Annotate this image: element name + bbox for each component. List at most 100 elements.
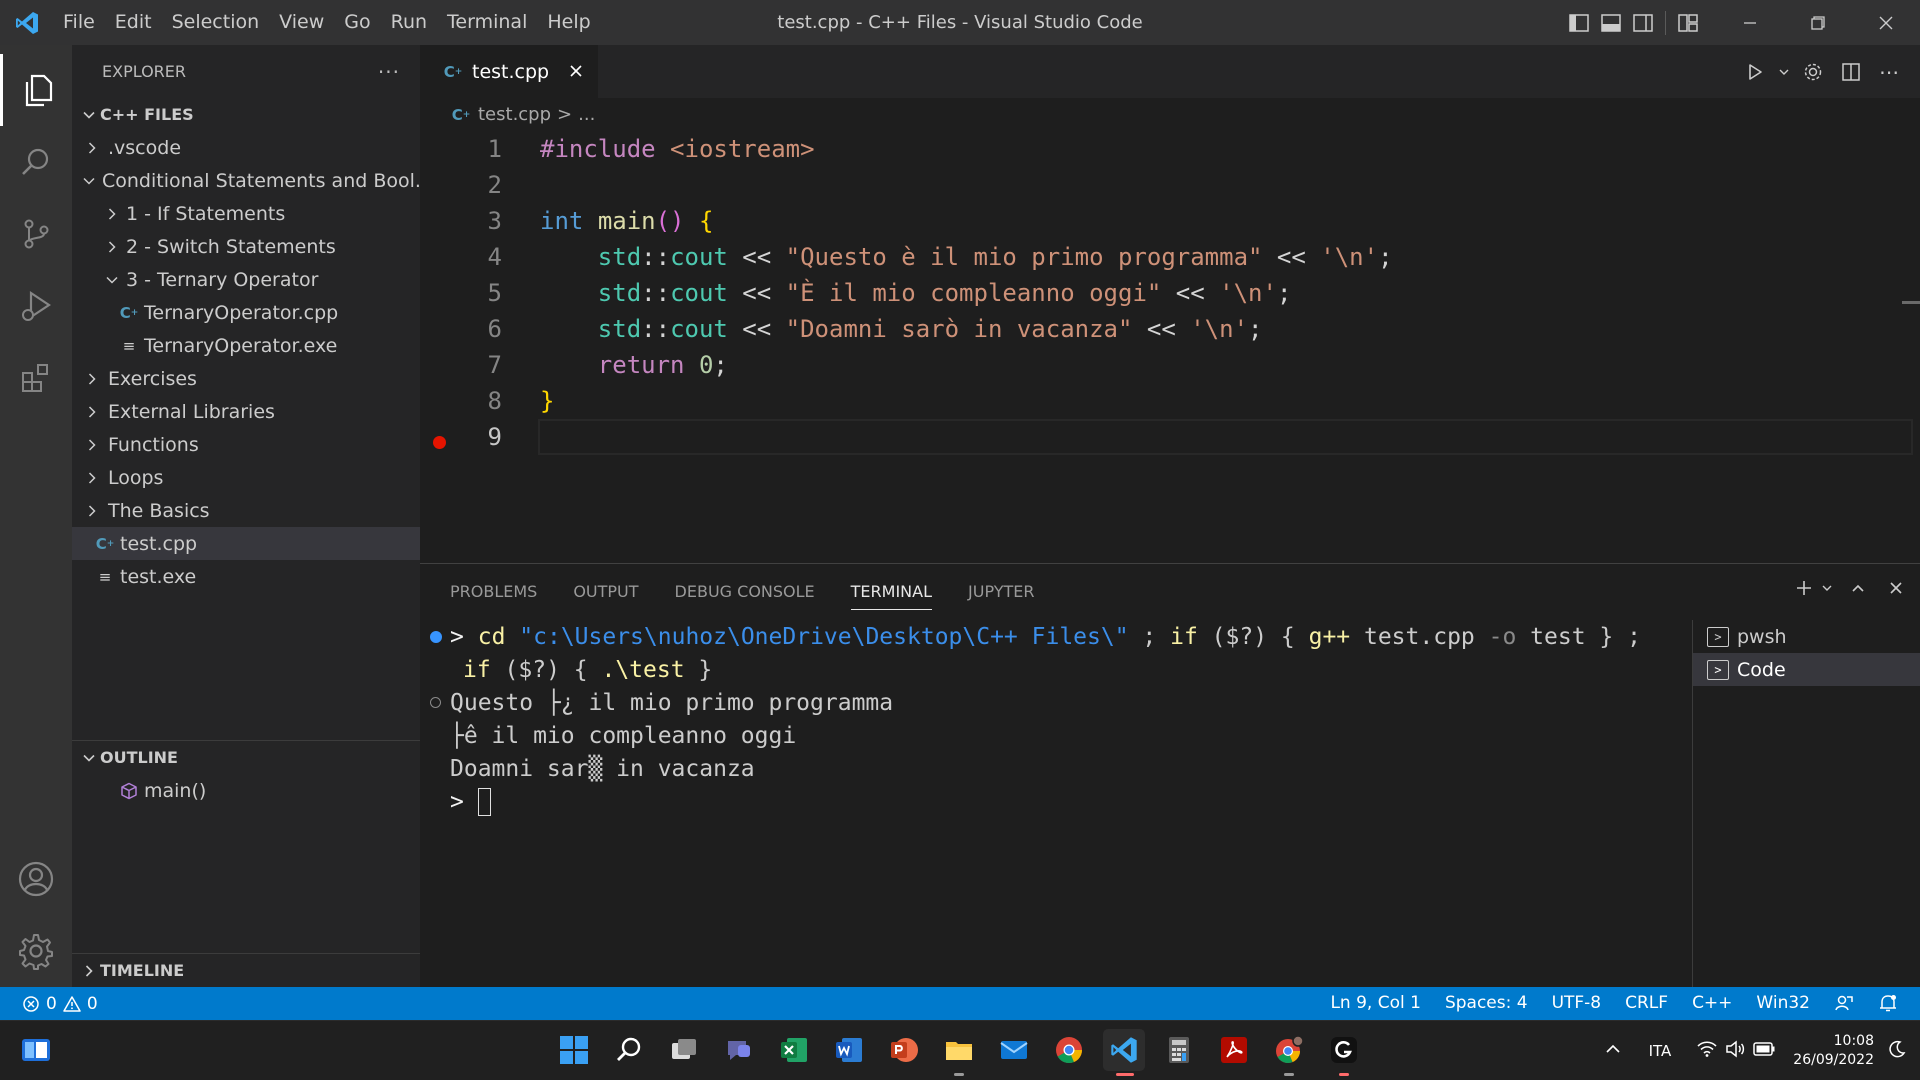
menu-terminal[interactable]: Terminal [437, 0, 537, 45]
cursor-position[interactable]: Ln 9, Col 1 [1318, 987, 1433, 1020]
tab-output[interactable]: OUTPUT [573, 564, 638, 620]
terminal-dropdown-chevron-icon[interactable] [1820, 574, 1834, 602]
notifications-bell-icon[interactable] [1866, 987, 1910, 1020]
wifi-icon[interactable] [1697, 1040, 1717, 1062]
excel-icon[interactable] [773, 1029, 815, 1071]
tab-problems[interactable]: PROBLEMS [450, 564, 537, 620]
minimize-icon[interactable] [1716, 0, 1784, 45]
timeline-header[interactable]: TIMELINE [72, 954, 420, 987]
close-panel-icon[interactable] [1882, 574, 1910, 602]
close-window-icon[interactable] [1852, 0, 1920, 45]
tree-folder-loops[interactable]: Loops [72, 461, 420, 494]
acrobat-icon[interactable] [1213, 1029, 1255, 1071]
new-terminal-plus-icon[interactable] [1790, 574, 1818, 602]
restore-icon[interactable] [1784, 0, 1852, 45]
tree-folder-the-basics[interactable]: The Basics [72, 494, 420, 527]
indentation[interactable]: Spaces: 4 [1433, 987, 1540, 1020]
tab-debug-console[interactable]: DEBUG CONSOLE [675, 564, 815, 620]
menu-edit[interactable]: Edit [105, 0, 162, 45]
tree-folder-vscode[interactable]: .vscode [72, 131, 420, 164]
terminal-item-pwsh[interactable]: > pwsh [1693, 620, 1920, 653]
tree-file-ternaryoperator-cpp[interactable]: C + TernaryOperator.cpp [72, 296, 420, 329]
platform[interactable]: Win32 [1744, 987, 1822, 1020]
tree-folder-exercises[interactable]: Exercises [72, 362, 420, 395]
show-desktop-widget-icon[interactable] [15, 1029, 57, 1071]
mail-icon[interactable] [993, 1029, 1035, 1071]
source-control-icon[interactable] [0, 198, 72, 270]
chrome-profile-icon[interactable] [1268, 1029, 1310, 1071]
tree-file-test-exe[interactable]: ≡ test.exe [72, 560, 420, 593]
tab-jupyter[interactable]: JUPYTER [968, 564, 1035, 620]
tree-file-ternaryoperator-exe[interactable]: ≡ TernaryOperator.exe [72, 329, 420, 362]
live-share-icon[interactable] [1822, 987, 1866, 1020]
calculator-icon[interactable] [1158, 1029, 1200, 1071]
tree-folder-functions[interactable]: Functions [72, 428, 420, 461]
customize-layout-icon[interactable] [1672, 0, 1704, 45]
volume-icon[interactable] [1725, 1040, 1745, 1062]
file-explorer-icon[interactable] [938, 1029, 980, 1071]
word-icon[interactable] [828, 1029, 870, 1071]
run-code-icon[interactable] [1738, 55, 1772, 89]
clock[interactable]: 10:08 26/09/2022 [1793, 1032, 1874, 1070]
menu-run[interactable]: Run [381, 0, 437, 45]
manage-gear-icon[interactable] [0, 915, 72, 987]
terminal-item-code[interactable]: > Code [1693, 653, 1920, 686]
toggle-primary-sidebar-icon[interactable] [1563, 0, 1595, 45]
tree-folder-conditional-statements[interactable]: Conditional Statements and Bool... [72, 164, 420, 197]
more-actions-icon[interactable]: ⋯ [1872, 55, 1906, 89]
focus-assist-moon-icon[interactable] [1888, 1040, 1906, 1062]
extensions-icon[interactable] [0, 342, 72, 414]
vscode-icon[interactable] [1103, 1029, 1145, 1071]
input-language[interactable]: ITA [1649, 1042, 1672, 1060]
configure-gear-icon[interactable] [1796, 55, 1830, 89]
outline-item-main[interactable]: main() [72, 774, 420, 807]
accounts-icon[interactable] [0, 843, 72, 915]
task-view-icon[interactable] [663, 1029, 705, 1071]
run-dropdown-chevron-icon[interactable] [1776, 55, 1792, 89]
more-actions-icon[interactable]: ··· [378, 60, 400, 84]
terminal-view[interactable]: > cd "c:\Users\nuhoz\OneDrive\Desktop\C+… [420, 620, 1692, 988]
search-icon[interactable] [0, 126, 72, 198]
toggle-secondary-sidebar-icon[interactable] [1627, 0, 1659, 45]
tree-folder-external-libraries[interactable]: External Libraries [72, 395, 420, 428]
chat-icon[interactable] [718, 1029, 760, 1071]
outline-header[interactable]: OUTLINE [72, 741, 420, 774]
token-namespace: std [597, 243, 642, 271]
workspace-section-header[interactable]: C++ FILES [72, 98, 420, 131]
menu-file[interactable]: File [54, 0, 105, 45]
code-editor[interactable]: 1 #include <iostream> 2 3 int main() { 4… [420, 131, 1920, 563]
run-debug-icon[interactable] [0, 270, 72, 342]
tree-folder-ternary-operator[interactable]: 3 - Ternary Operator [72, 263, 420, 296]
explorer-icon[interactable] [0, 54, 72, 126]
menu-help[interactable]: Help [537, 0, 600, 45]
toggle-panel-icon[interactable] [1595, 0, 1627, 45]
windows-start-icon[interactable] [553, 1029, 595, 1071]
tree-folder-if-statements[interactable]: 1 - If Statements [72, 197, 420, 230]
problems-status[interactable]: 0 0 [22, 987, 98, 1020]
search-icon[interactable] [608, 1029, 650, 1071]
powerpoint-icon[interactable] [883, 1029, 925, 1071]
battery-icon[interactable] [1753, 1042, 1775, 1060]
menu-go[interactable]: Go [334, 0, 380, 45]
close-tab-icon[interactable] [564, 59, 588, 83]
token-operator: << [1262, 243, 1321, 271]
chrome-icon[interactable] [1048, 1029, 1090, 1071]
token-operator: << [1132, 315, 1191, 343]
command-success-decoration-icon[interactable] [430, 631, 442, 643]
breadcrumb-symbol[interactable]: ... [578, 104, 595, 125]
tree-file-test-cpp[interactable]: C + test.cpp [72, 527, 420, 560]
command-decoration-icon[interactable] [430, 697, 441, 708]
breadcrumb-file[interactable]: test.cpp [478, 104, 551, 125]
logitech-icon[interactable] [1323, 1029, 1365, 1071]
encoding[interactable]: UTF-8 [1540, 987, 1614, 1020]
split-editor-icon[interactable] [1834, 55, 1868, 89]
tree-folder-switch-statements[interactable]: 2 - Switch Statements [72, 230, 420, 263]
menu-selection[interactable]: Selection [162, 0, 270, 45]
menu-view[interactable]: View [269, 0, 334, 45]
show-hidden-icons-chevron-icon[interactable] [1605, 1041, 1621, 1061]
language-mode[interactable]: C++ [1680, 987, 1744, 1020]
tab-test-cpp[interactable]: C + test.cpp [420, 45, 598, 98]
tab-terminal[interactable]: TERMINAL [850, 564, 933, 620]
line-ending[interactable]: CRLF [1613, 987, 1680, 1020]
maximize-panel-chevron-up-icon[interactable] [1844, 574, 1872, 602]
